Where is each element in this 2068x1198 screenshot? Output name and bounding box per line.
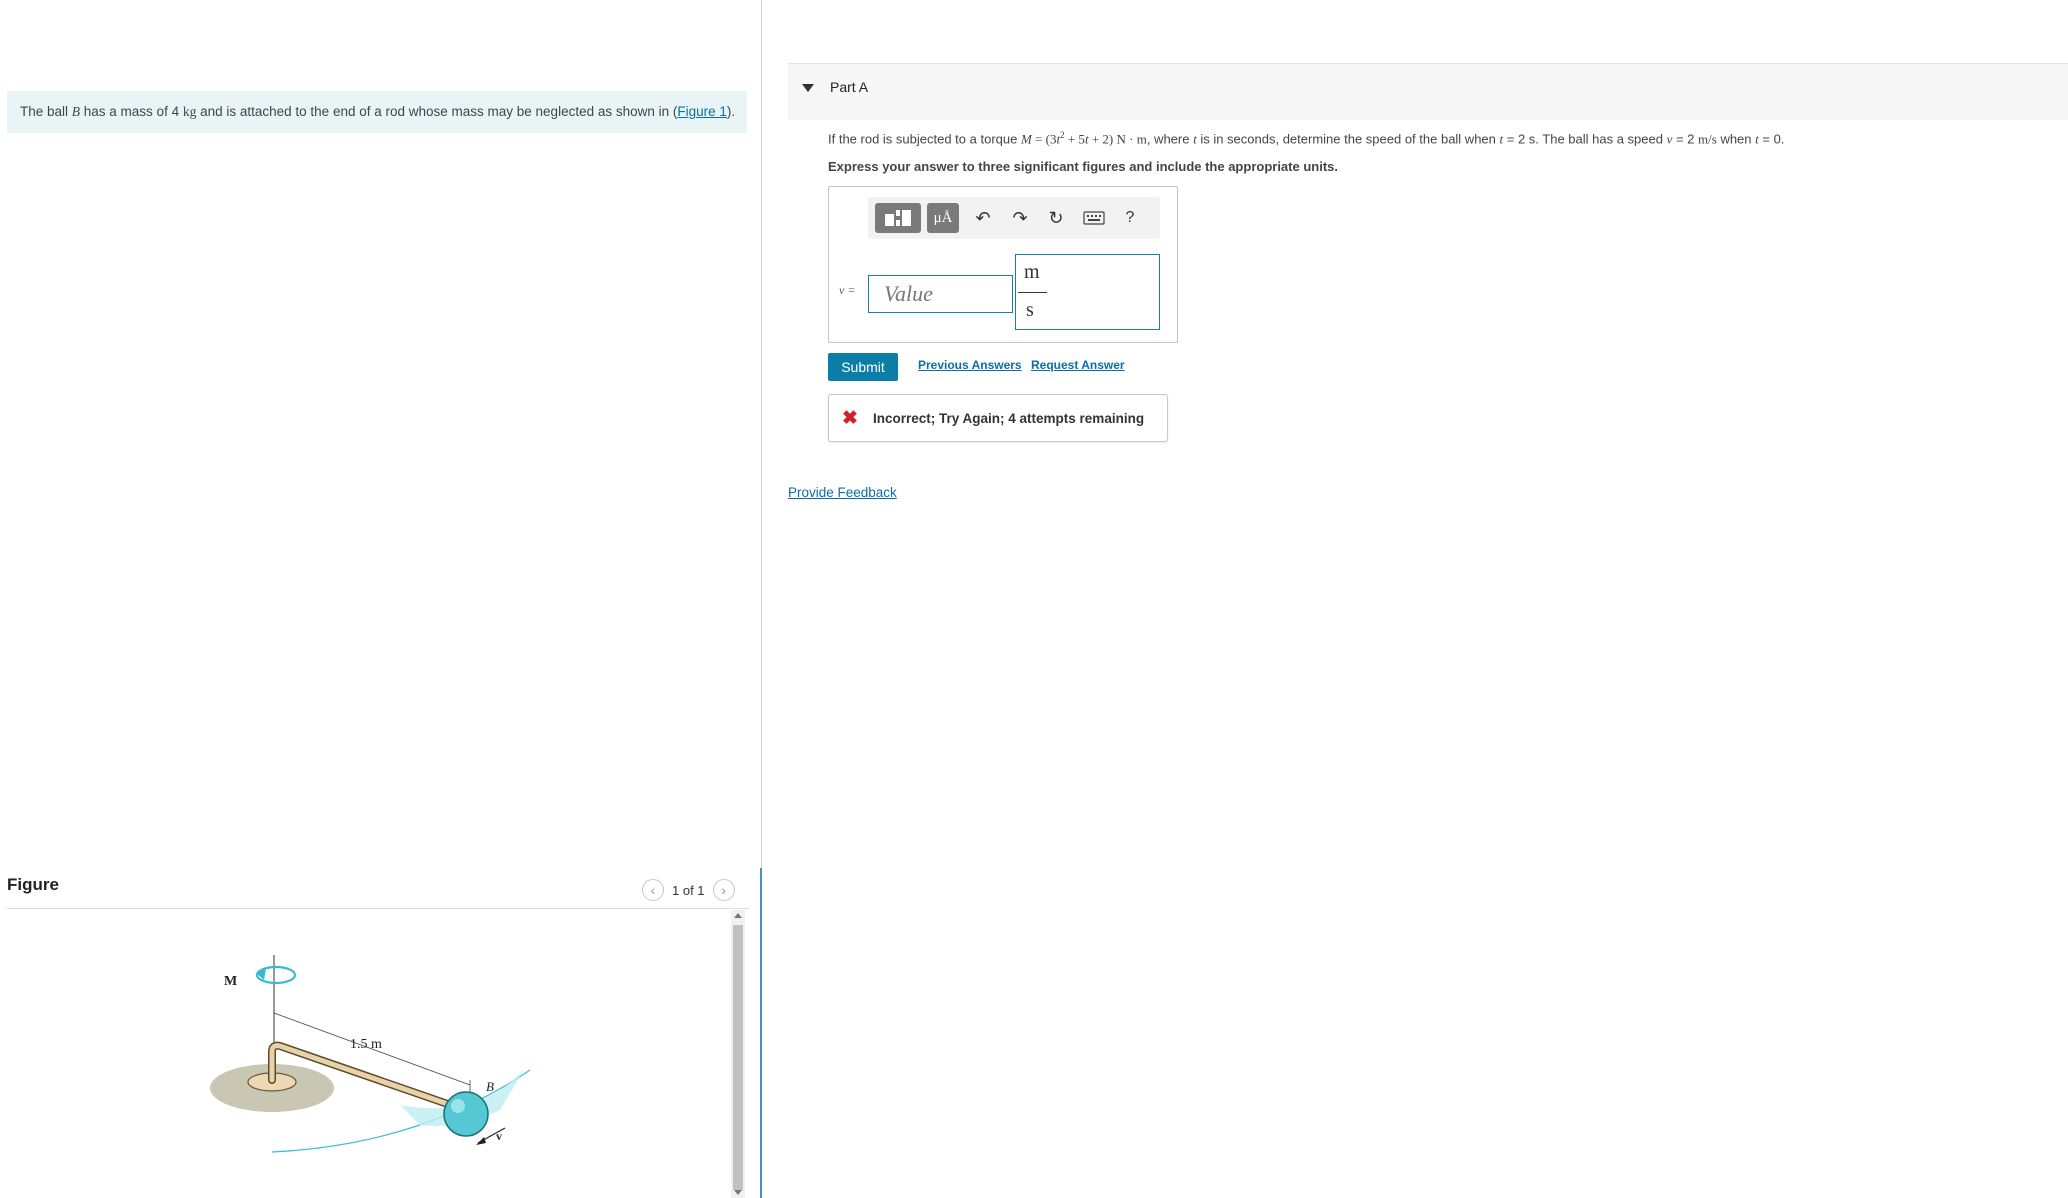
scroll-up-icon[interactable] (734, 913, 742, 918)
units-button[interactable]: μÅ (927, 203, 959, 233)
q-text: = 2 s. The ball has a speed (1503, 131, 1667, 147)
reset-button[interactable]: ↻ (1044, 203, 1068, 233)
instruction-text: Express your answer to three significant… (828, 159, 1338, 174)
variable-label: v = (839, 283, 856, 297)
redo-icon: ↷ (1012, 207, 1028, 228)
chevron-left-icon: ‹ (650, 882, 656, 898)
fraction-bar (1018, 292, 1047, 293)
previous-answers-link[interactable]: Previous Answers (918, 358, 1022, 372)
q-math: + 5 (1064, 131, 1085, 147)
next-figure-button[interactable]: › (712, 879, 735, 901)
request-answer-link[interactable]: Request Answer (1031, 358, 1125, 372)
q-text: is in seconds, determine the speed of th… (1196, 131, 1500, 147)
ball-highlight (451, 1099, 465, 1113)
part-title: Part A (830, 79, 869, 95)
figure-divider (7, 908, 749, 909)
undo-button[interactable]: ↶ (971, 203, 995, 233)
unit-nm: N · m (1116, 131, 1147, 147)
unit-numerator: m (1024, 261, 1040, 283)
var-m: M (1020, 131, 1032, 147)
label-v: v (496, 1129, 502, 1143)
answer-box: μÅ ↶ ↷ ↻ ? v = m s (828, 186, 1178, 343)
chevron-right-icon: › (721, 882, 726, 898)
ball-b (443, 1091, 489, 1137)
templates-button[interactable] (875, 203, 921, 233)
error-x-icon: ✖ (842, 408, 858, 429)
intro-text: and is attached to the end of a rod whos… (196, 104, 678, 119)
provide-feedback-link[interactable]: Provide Feedback (788, 485, 897, 500)
label-length: 1.5 m (350, 1037, 382, 1052)
var-b: B (71, 104, 81, 119)
q-text: when (1716, 131, 1756, 147)
scroll-thumb[interactable] (733, 925, 743, 1190)
units-input[interactable]: m s (1015, 254, 1160, 330)
problem-statement: The ball B has a mass of 4 kg and is att… (7, 91, 747, 133)
figure-title: Figure (7, 875, 59, 894)
math-toolbar: μÅ ↶ ↷ ↻ ? (868, 197, 1160, 239)
prev-figure-button[interactable]: ‹ (642, 879, 664, 901)
intro-text: has a mass of 4 (80, 104, 183, 119)
collapse-triangle-icon[interactable] (802, 84, 814, 92)
velocity-arrowhead (476, 1137, 486, 1145)
scroll-down-icon[interactable] (734, 1190, 742, 1195)
figure-image: M 1.5 m B v (210, 955, 531, 1153)
units-icon: μÅ (933, 209, 953, 226)
unit-denominator: s (1026, 299, 1034, 321)
pane-divider-accent (760, 868, 762, 1198)
templates-icon (885, 210, 911, 226)
keyboard-button[interactable] (1081, 203, 1107, 233)
help-icon: ? (1125, 209, 1135, 226)
q-text: , where (1146, 131, 1194, 147)
feedback-message: ✖ Incorrect; Try Again; 4 attempts remai… (828, 394, 1168, 442)
label-b: B (486, 1079, 494, 1094)
keyboard-icon (1083, 211, 1105, 225)
q-text: If the rod is subjected to a torque (828, 131, 1021, 147)
intro-text: ). (726, 104, 736, 119)
figure-link[interactable]: Figure 1 (677, 104, 727, 119)
help-button[interactable]: ? (1118, 203, 1142, 233)
figure-counter: 1 of 1 (672, 882, 705, 898)
part-a-header[interactable]: Part A (788, 63, 2068, 120)
question-text: If the rod is subjected to a torque M = … (828, 130, 1784, 147)
submit-button[interactable]: Submit (828, 353, 898, 381)
intro-text: The ball (20, 104, 72, 119)
q-text: = 0. (1758, 131, 1785, 147)
left-pane: The ball B has a mass of 4 kg and is att… (0, 0, 761, 1198)
undo-icon: ↶ (975, 207, 991, 228)
label-m: M (224, 974, 237, 989)
redo-button[interactable]: ↷ (1008, 203, 1032, 233)
q-math: + 2) (1088, 131, 1117, 147)
figure-nav: ‹ 1 of 1 › (642, 878, 735, 902)
feedback-text: Incorrect; Try Again; 4 attempts remaini… (873, 411, 1145, 426)
figure-scrollbar[interactable] (731, 910, 745, 1198)
q-text: = 2 (1672, 131, 1699, 147)
reset-icon: ↻ (1048, 207, 1064, 228)
value-input[interactable] (868, 275, 1013, 313)
unit-kg: kg (182, 104, 197, 119)
q-math: = (3 (1031, 131, 1057, 147)
unit-ms: m/s (1698, 131, 1717, 147)
